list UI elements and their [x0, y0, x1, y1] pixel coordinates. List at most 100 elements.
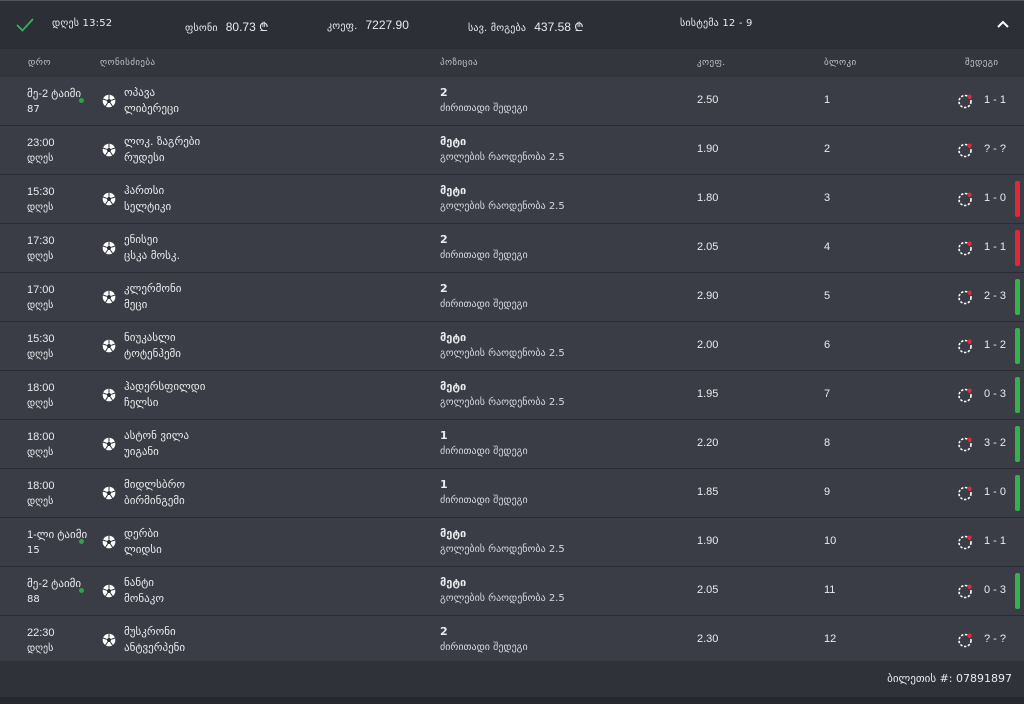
market-name: ძირითადი შედეგი — [440, 495, 528, 506]
odds-value: 2.50 — [697, 94, 719, 106]
away-team: ცსკა მოსკ. — [124, 249, 180, 262]
match-stats-icon[interactable] — [957, 436, 973, 452]
match-stats-icon[interactable] — [957, 632, 973, 648]
selection: მეტი — [440, 135, 467, 148]
win-status-strip — [1015, 573, 1020, 609]
market-name: გოლების რაოდენობა 2.5 — [440, 152, 565, 163]
match-stats-icon[interactable] — [957, 191, 973, 207]
ticket-summary-bar[interactable]: დღეს 13:52 ფსონი 80.73 ₾ კოეფ. 7227.90 სავ… — [0, 1, 1024, 49]
event-time: 18:00 დღეს — [27, 431, 55, 458]
event-teams[interactable]: ენისეი ცსკა მოსკ. — [124, 232, 180, 264]
event-time: 18:00 დღეს — [27, 480, 55, 507]
bet-position: 2 ძირითადი შედეგი — [440, 281, 528, 313]
bet-row[interactable]: 23:00 დღეს ლოკ. ზაგრები რუდესი მეტი გოლების რ… — [0, 126, 1024, 175]
event-teams[interactable]: ჰართსი სელტიკი — [124, 183, 171, 215]
event-teams[interactable]: ნანტი მონაკო — [124, 575, 164, 607]
win-status-strip — [1015, 328, 1020, 364]
match-stats-icon[interactable] — [957, 583, 973, 599]
event-teams[interactable]: მუსკრონი ანტვერპენი — [124, 624, 185, 656]
selection: მეტი — [440, 527, 467, 540]
col-event-header: ღონისძიება — [100, 58, 156, 68]
market-name: ძირითადი შედეგი — [440, 299, 528, 310]
coef-summary: კოეფ. 7227.90 — [327, 18, 409, 32]
event-teams[interactable]: კლერმონი მეცი — [124, 281, 182, 313]
match-score: 1 - 1 — [984, 535, 1007, 547]
win-status-strip — [1015, 279, 1020, 315]
match-score: 1 - 2 — [984, 339, 1007, 351]
odds-value: 1.90 — [697, 535, 719, 547]
bet-row[interactable]: 15:30 დღეს ჰართსი სელტიკი მეტი გოლების რაოდენ… — [0, 175, 1024, 224]
away-team: მეცი — [124, 298, 148, 311]
odds-value: 2.20 — [697, 437, 719, 449]
check-icon — [16, 18, 34, 32]
match-stats-icon[interactable] — [957, 387, 973, 403]
match-stats-icon[interactable] — [957, 93, 973, 109]
odds-value: 2.00 — [697, 339, 719, 351]
live-indicator-dot — [79, 98, 84, 103]
live-indicator-dot — [79, 588, 84, 593]
market-name: გოლების რაოდენობა 2.5 — [440, 201, 565, 212]
away-team: ბირმინგემი — [124, 494, 185, 507]
win-status-strip — [1015, 426, 1020, 462]
event-time: მე-2 ტაიმი 88 — [27, 578, 82, 605]
event-teams[interactable]: ოპავა ლიბერეცი — [124, 85, 179, 117]
event-time: 17:30 დღეს — [27, 235, 55, 262]
football-icon — [102, 191, 116, 206]
bet-row[interactable]: მე-2 ტაიმი 87 ოპავა ლიბერეცი 2 ძირითადი შედეგ… — [0, 77, 1024, 126]
match-stats-icon[interactable] — [957, 338, 973, 354]
odds-value: 1.95 — [697, 388, 719, 400]
match-score: 1 - 0 — [984, 192, 1007, 204]
bet-row[interactable]: 22:30 დღეს მუსკრონი ანტვერპენი 2 ძირითადი შედ… — [0, 616, 1024, 665]
bet-row[interactable]: 18:00 დღეს ჰადერსფილდი ჩელსი მეტი გოლების რაო… — [0, 371, 1024, 420]
bet-row[interactable]: 17:00 დღეს კლერმონი მეცი 2 ძირითადი შედეგი 2.9… — [0, 273, 1024, 322]
market-name: გოლების რაოდენობა 2.5 — [440, 348, 565, 359]
bet-row[interactable]: 18:00 დღეს ასტონ ვილა უიგანი 1 ძირითადი შედეგ… — [0, 420, 1024, 469]
home-team: ჰადერსფილდი — [124, 380, 206, 393]
chevron-up-icon[interactable] — [996, 18, 1010, 30]
footer-divider — [0, 697, 1024, 704]
bet-row[interactable]: მე-2 ტაიმი 88 ნანტი მონაკო მეტი გოლების რაოდე… — [0, 567, 1024, 616]
event-time: 15:30 დღეს — [27, 333, 55, 360]
match-stats-icon[interactable] — [957, 289, 973, 305]
football-icon — [102, 485, 116, 500]
event-teams[interactable]: მიდლსბრო ბირმინგემი — [124, 477, 185, 509]
selection: 2 — [440, 282, 448, 295]
event-teams[interactable]: ჰადერსფილდი ჩელსი — [124, 379, 205, 411]
football-icon — [102, 534, 116, 549]
away-team: ლიდსი — [124, 543, 162, 556]
col-position-header: პოზიცია — [440, 58, 478, 68]
bet-row[interactable]: 1-ლი ტაიმი 15 დერბი ლიდსი მეტი გოლების რაოდენ… — [0, 518, 1024, 567]
match-stats-icon[interactable] — [957, 240, 973, 256]
col-time-header: დრო — [28, 58, 51, 68]
bet-row[interactable]: 15:30 დღეს ნიუკასლი ტოტენჰემი მეტი გოლების რა… — [0, 322, 1024, 371]
match-stats-icon[interactable] — [957, 485, 973, 501]
block-number: 1 — [824, 94, 831, 106]
bet-ticket-panel: დღეს 13:52 ფსონი 80.73 ₾ კოეფ. 7227.90 სავ… — [0, 0, 1024, 704]
selection: მეტი — [440, 331, 467, 344]
bet-row[interactable]: 17:30 დღეს ენისეი ცსკა მოსკ. 2 ძირითადი შედეგ… — [0, 224, 1024, 273]
event-teams[interactable]: ლოკ. ზაგრები რუდესი — [124, 134, 200, 166]
event-teams[interactable]: ნიუკასლი ტოტენჰემი — [124, 330, 181, 362]
bet-position: 1 ძირითადი შედეგი — [440, 477, 528, 509]
event-teams[interactable]: დერბი ლიდსი — [124, 526, 162, 558]
event-teams[interactable]: ასტონ ვილა უიგანი — [124, 428, 189, 460]
col-coef-header: კოეფ. — [697, 58, 726, 68]
odds-value: 1.80 — [697, 192, 719, 204]
football-icon — [102, 289, 116, 304]
home-team: ლოკ. ზაგრები — [124, 135, 201, 148]
bet-row[interactable]: 18:00 დღეს მიდლსბრო ბირმინგემი 1 ძირითადი შედ… — [0, 469, 1024, 518]
match-stats-icon[interactable] — [957, 534, 973, 550]
block-number: 7 — [824, 388, 831, 400]
away-team: სელტიკი — [124, 200, 172, 213]
col-block-header: ბლოკი — [824, 58, 857, 68]
football-icon — [102, 93, 116, 108]
selection: 1 — [440, 478, 448, 491]
win-status-strip — [1015, 475, 1020, 511]
potential-win-summary: სავ. მოგება 437.58 ₾ — [468, 20, 584, 34]
match-stats-icon[interactable] — [957, 142, 973, 158]
bet-position: 2 ძირითადი შედეგი — [440, 624, 528, 656]
ticket-date: დღეს 13:52 — [52, 18, 113, 29]
football-icon — [102, 142, 116, 157]
match-score: 0 - 3 — [984, 388, 1007, 400]
match-score: ? - ? — [984, 143, 1007, 155]
